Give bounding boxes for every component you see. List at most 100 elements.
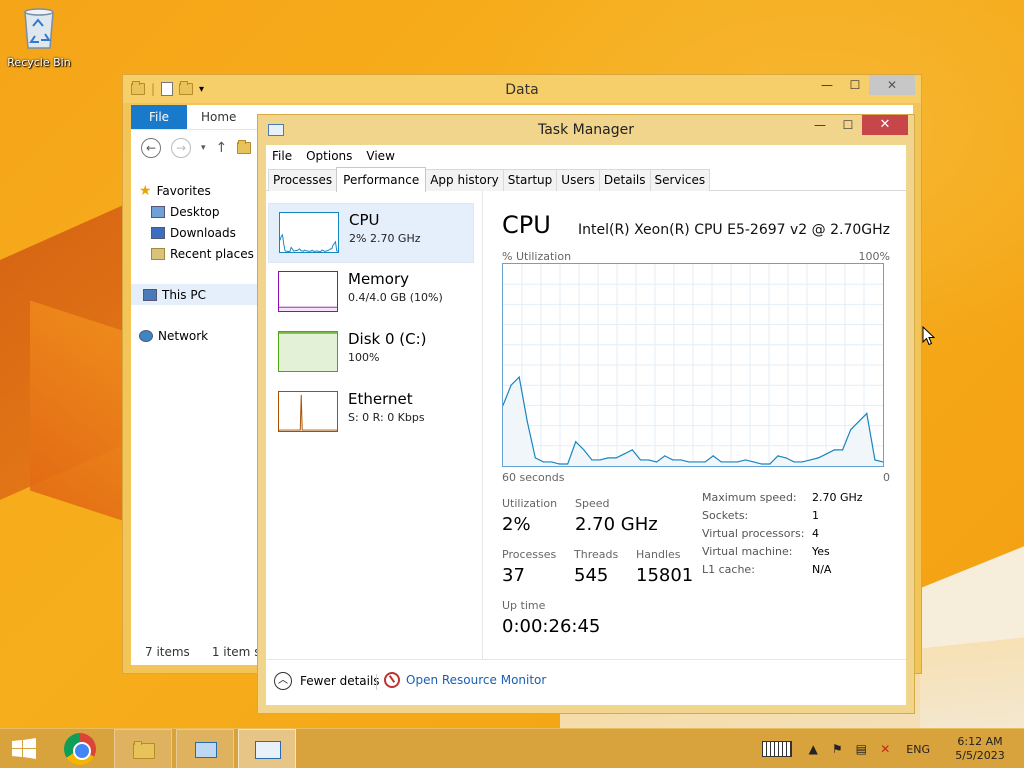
spec-row: Maximum speed: 2.70 GHz: [702, 491, 863, 509]
cpu-data-point: [712, 455, 714, 457]
stat-label: Processes: [502, 548, 557, 561]
menu-options[interactable]: Options: [306, 149, 352, 163]
cpu-data-point: [550, 461, 553, 463]
clock-date: 5/5/2023: [955, 749, 1005, 762]
downloads-icon: [151, 226, 165, 239]
ribbon-file-tab[interactable]: File: [131, 105, 187, 129]
tree-item-label: This PC: [162, 287, 206, 302]
maximize-button[interactable]: ☐: [834, 115, 862, 135]
stat-handles: Handles 15801: [636, 548, 693, 586]
spec-label: L1 cache:: [702, 563, 755, 576]
cpu-data-point: [583, 449, 585, 451]
tree-item-network[interactable]: Network: [139, 325, 269, 346]
close-button[interactable]: ✕: [869, 75, 915, 95]
sidebar-item-title: CPU: [349, 211, 380, 229]
stat-value: 545: [574, 565, 609, 586]
network-tray-icon[interactable]: ▤: [854, 742, 868, 756]
back-button[interactable]: ←: [141, 138, 161, 158]
task-manager-titlebar[interactable]: Task Manager — ☐ ✕: [258, 115, 914, 145]
stat-utilization: Utilization 2%: [502, 497, 557, 535]
spec-row: Virtual machine: Yes: [702, 545, 863, 563]
touch-keyboard-icon[interactable]: [762, 741, 793, 757]
clock[interactable]: 6:12 AM 5/5/2023: [944, 735, 1016, 763]
stat-speed: Speed 2.70 GHz: [575, 497, 658, 535]
cpu-data-point: [793, 461, 795, 463]
cpu-data-point: [615, 457, 617, 459]
tree-item-favorites[interactable]: ★ Favorites: [139, 180, 269, 201]
start-button[interactable]: [10, 738, 38, 760]
taskbar-app[interactable]: [176, 729, 234, 768]
tab-startup[interactable]: Startup: [502, 169, 558, 191]
spec-value: 2.70 GHz: [812, 491, 863, 504]
tab-users[interactable]: Users: [556, 169, 600, 191]
cpu-data-point: [753, 461, 755, 463]
tree-item-recent-places[interactable]: Recent places: [139, 243, 269, 264]
graph-label: % Utilization: [502, 250, 572, 263]
task-manager-client: File Options View Processes Performance …: [266, 145, 906, 705]
menu-view[interactable]: View: [366, 149, 394, 163]
recent-locations-icon[interactable]: ▾: [201, 143, 206, 153]
show-hidden-icons-icon[interactable]: ▲: [806, 742, 820, 756]
cpu-data-point: [607, 457, 609, 459]
close-button[interactable]: ✕: [862, 115, 908, 135]
taskbar: ▲ ⚑ ▤ ✕ ENG 6:12 AM 5/5/2023: [0, 728, 1024, 768]
desktop: Recycle Bin | ▾ Data — ☐ ✕ File Home ← →…: [0, 0, 1024, 728]
sidebar-item-title: Memory: [348, 270, 410, 288]
file-explorer-icon: [133, 741, 155, 759]
minimize-button[interactable]: —: [813, 75, 841, 95]
forward-button[interactable]: →: [171, 138, 191, 158]
cpu-data-point: [720, 461, 722, 463]
cpu-data-point: [696, 461, 698, 463]
taskbar-task-manager[interactable]: [238, 729, 296, 768]
tree-item-downloads[interactable]: Downloads: [139, 222, 269, 243]
taskbar-file-explorer[interactable]: [114, 729, 172, 768]
menu-bar: File Options View: [266, 145, 906, 167]
tab-app-history[interactable]: App history: [425, 169, 504, 191]
tree-item-this-pc[interactable]: This PC: [131, 284, 271, 305]
cpu-data-point: [664, 455, 666, 457]
sidebar-item-subtitle: S: 0 R: 0 Kbps: [348, 411, 425, 424]
action-center-flag-icon[interactable]: ⚑: [830, 742, 844, 756]
tab-processes[interactable]: Processes: [268, 169, 338, 191]
sidebar-item-subtitle: 2% 2.70 GHz: [349, 232, 421, 245]
star-icon: ★: [139, 182, 152, 199]
spec-row: Virtual processors: 4: [702, 527, 863, 545]
menu-file[interactable]: File: [272, 149, 292, 163]
cpu-data-point: [631, 449, 633, 451]
fewer-details-button[interactable]: ︿ Fewer details: [274, 672, 380, 690]
minimize-button[interactable]: —: [806, 115, 834, 135]
sidebar-item-disk[interactable]: Disk 0 (C:) 100%: [268, 323, 474, 383]
spec-value: 1: [812, 509, 819, 522]
cpu-data-point: [567, 463, 569, 465]
stat-processes: Processes 37: [502, 548, 556, 586]
cpu-data-point: [688, 461, 690, 463]
explorer-titlebar[interactable]: | ▾ Data — ☐ ✕: [123, 75, 921, 103]
cpu-data-point: [744, 459, 747, 461]
input-language[interactable]: ENG: [906, 743, 930, 756]
cpu-data-point: [769, 463, 771, 465]
spec-label: Maximum speed:: [702, 491, 797, 504]
sidebar-item-memory[interactable]: Memory 0.4/4.0 GB (10%): [268, 263, 474, 323]
tab-details[interactable]: Details: [598, 169, 651, 191]
ribbon-home-tab[interactable]: Home: [201, 105, 236, 129]
open-resource-monitor-link[interactable]: Open Resource Monitor: [384, 672, 546, 688]
cpu-data-point: [503, 404, 504, 406]
resource-monitor-icon: [384, 672, 400, 688]
navigation-pane: ★ Favorites Desktop Downloads Recent pla…: [131, 180, 271, 346]
cpu-data-point: [833, 449, 836, 451]
window-controls: — ☐ ✕: [806, 115, 908, 135]
chrome-icon[interactable]: [64, 733, 96, 765]
volume-muted-icon[interactable]: ✕: [878, 742, 892, 756]
sidebar-item-ethernet[interactable]: Ethernet S: 0 R: 0 Kbps: [268, 383, 474, 443]
sidebar-item-cpu[interactable]: CPU 2% 2.70 GHz: [268, 203, 474, 263]
tab-services[interactable]: Services: [649, 169, 711, 191]
tab-performance[interactable]: Performance: [336, 167, 427, 192]
sidebar-item-subtitle: 100%: [348, 351, 380, 364]
recycle-bin-shortcut[interactable]: Recycle Bin: [6, 6, 72, 69]
maximize-button[interactable]: ☐: [841, 75, 869, 95]
spec-label: Sockets:: [702, 509, 749, 522]
cpu-heading: CPU: [502, 211, 551, 239]
up-button[interactable]: ↑: [216, 140, 228, 156]
tree-item-desktop[interactable]: Desktop: [139, 201, 269, 222]
task-manager-window[interactable]: Task Manager — ☐ ✕ File Options View Pro…: [257, 114, 915, 714]
